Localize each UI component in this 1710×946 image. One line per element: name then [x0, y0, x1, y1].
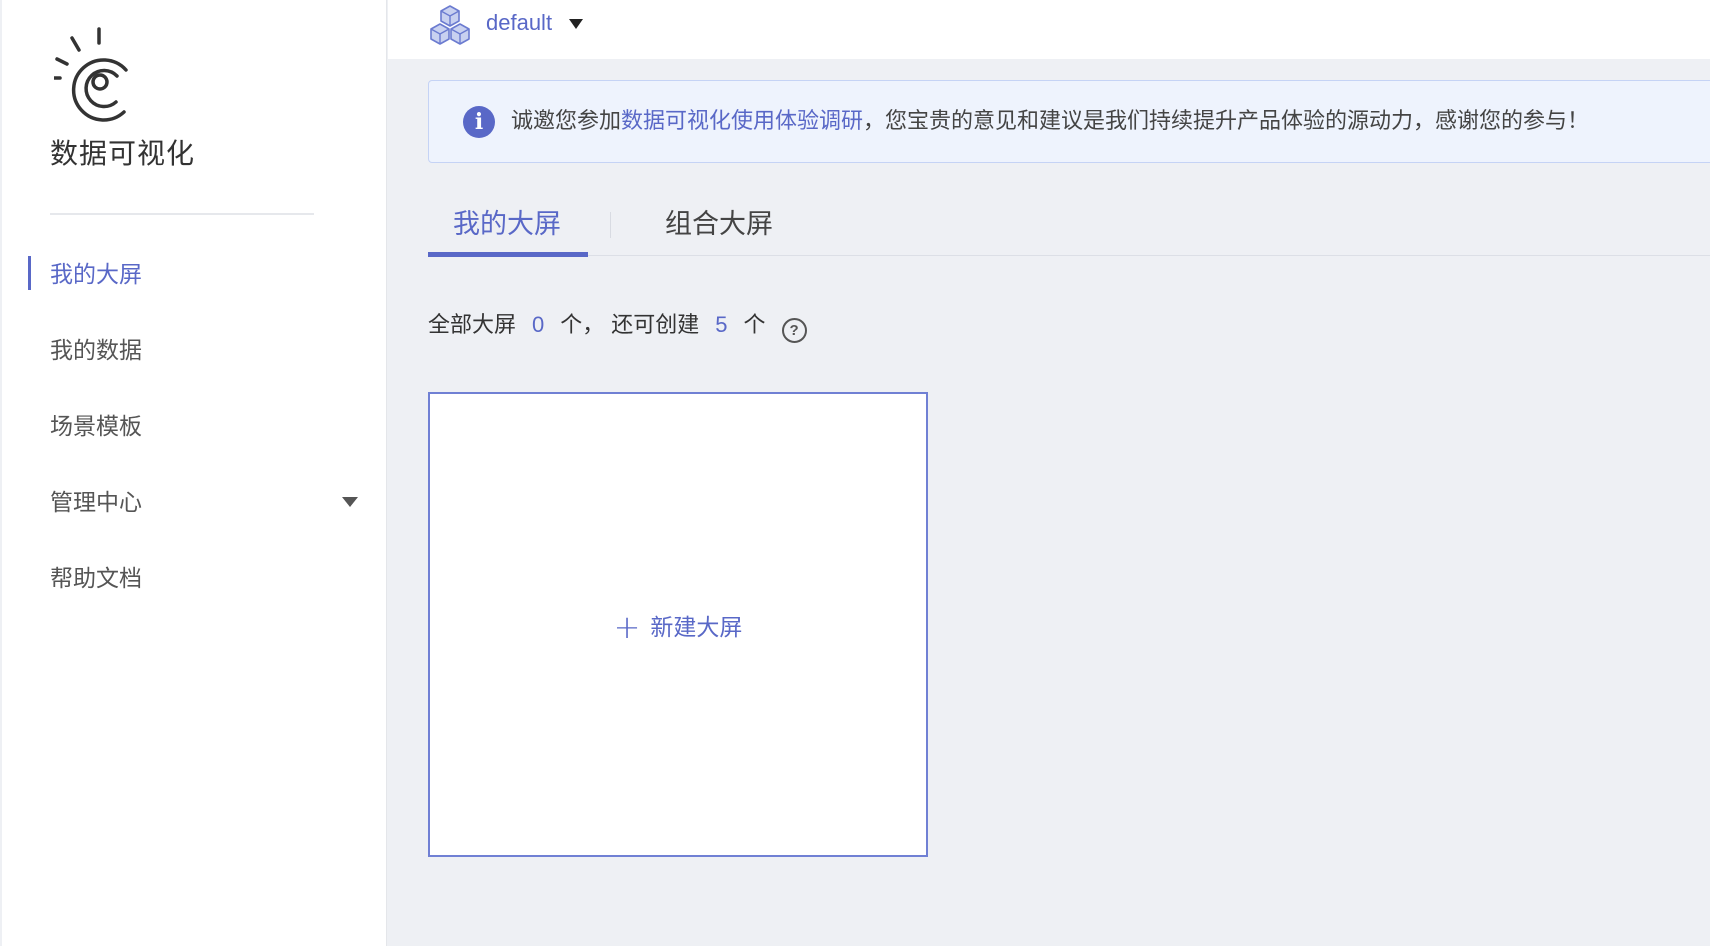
workspace-selector[interactable]: default — [486, 10, 552, 36]
app-title: 数据可视化 — [50, 137, 196, 170]
total-count: 0 — [532, 312, 545, 337]
survey-link[interactable]: 数据可视化使用体验调研 — [621, 109, 863, 134]
tab-active-underline — [428, 252, 588, 257]
nav-active-indicator — [28, 256, 31, 290]
sidebar-item-my-screens[interactable]: 我的大屏 — [50, 258, 142, 292]
screen-tabs: 我的大屏 组合大屏 — [428, 190, 1710, 257]
count-suffix: 个 — [743, 313, 766, 338]
help-circle-icon[interactable]: ? — [781, 318, 807, 343]
notice-suffix: ，您宝贵的意见和建议是我们持续提升产品体验的源动力，感谢您的参与！ — [863, 109, 1590, 134]
tab-my-screens[interactable]: 我的大屏 — [453, 202, 561, 241]
count-prefix: 全部大屏 — [428, 313, 517, 338]
new-screen-text: 新建大屏 — [650, 615, 743, 641]
sidebar-item-templates[interactable]: 场景模板 — [50, 410, 142, 444]
notice-text: 诚邀您参加数据可视化使用体验调研，您宝贵的意见和建议是我们持续提升产品体验的源动… — [511, 105, 1589, 139]
sidebar: 数据可视化 我的大屏 我的数据 场景模板 管理中心 帮助文档 — [2, 0, 387, 946]
sidebar-item-my-data[interactable]: 我的数据 — [50, 334, 142, 368]
plus-icon: + — [613, 608, 641, 646]
remaining-count: 5 — [715, 312, 728, 337]
sidebar-item-management[interactable]: 管理中心 — [50, 486, 142, 520]
cubes-icon — [430, 5, 470, 45]
caret-down-icon[interactable] — [569, 19, 583, 29]
new-screen-card[interactable]: + 新建大屏 — [428, 392, 928, 857]
count-mid: 个， 还可创建 — [560, 313, 700, 338]
sidebar-item-help-docs[interactable]: 帮助文档 — [50, 562, 142, 596]
tab-separator — [610, 212, 611, 238]
chevron-down-icon[interactable] — [342, 497, 358, 507]
top-bar: default — [388, 0, 1710, 59]
info-icon: i — [463, 106, 495, 138]
tab-combined-screens[interactable]: 组合大屏 — [665, 202, 773, 241]
notice-prefix: 诚邀您参加 — [511, 109, 622, 134]
survey-notice-banner: i 诚邀您参加数据可视化使用体验调研，您宝贵的意见和建议是我们持续提升产品体验的… — [428, 80, 1710, 163]
eye-sun-logo-icon — [54, 27, 128, 122]
screen-count-line: 全部大屏 0 个， 还可创建 5 个? — [428, 309, 807, 343]
sidebar-divider — [50, 213, 314, 215]
new-screen-label: + 新建大屏 — [430, 608, 926, 646]
